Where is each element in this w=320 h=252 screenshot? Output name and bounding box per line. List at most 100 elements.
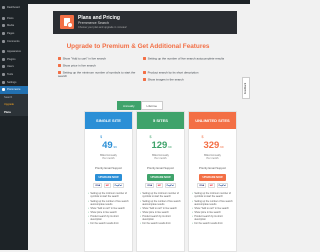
plan-card-5-sites: 5 SITES $129.99 Billed Annually Per month… [136, 111, 185, 252]
plan-header: UNLIMITED SITES [189, 112, 236, 129]
upgrade-now-button[interactable]: UPGRADE NOW [147, 173, 174, 181]
sidebar-item-label: Settings [7, 80, 17, 84]
sidebar-item-users[interactable]: Users [0, 63, 28, 71]
sidebar-item-label: Users [7, 65, 14, 69]
plug-icon [2, 57, 5, 61]
paypal-icon: PayPal [164, 183, 176, 189]
sidebar-item-tools[interactable]: Tools [0, 71, 28, 79]
sidebar-item-comments[interactable]: Comments [0, 37, 28, 45]
plan-support: Priority Email Support [198, 165, 227, 170]
upgrade-now-button[interactable]: UPGRADE NOW [95, 173, 122, 181]
pin-icon [2, 16, 5, 20]
plan-feature-list: • Setting up the minimum number of symbol… [137, 192, 184, 225]
plan-billing: Billed Annually Per month [100, 154, 117, 161]
feature-item: Show price in live search [58, 63, 134, 68]
check-icon [58, 57, 61, 60]
list-item: • Product search by its short description [88, 214, 119, 221]
check-icon [143, 57, 146, 60]
list-item: • Show price in live search [140, 210, 169, 214]
list-item: • For the search results limit [192, 222, 223, 226]
feature-item: Show "Add to cart" in live search [58, 56, 134, 61]
user-icon [2, 65, 5, 69]
sidebar-item-label: Dashboard [7, 6, 20, 10]
sidebar-subitem-label: Plans [4, 111, 11, 115]
sidebar-item-label: Pages [7, 32, 15, 36]
list-item: • Setting up the number of live search au… [192, 199, 233, 206]
sidebar-subitem-plans[interactable]: Plans [0, 108, 28, 117]
upgrade-headline: Upgrade to Premium & Get Additional Feat… [66, 43, 210, 50]
list-item: • Setting up the minimum number of symbol… [192, 192, 231, 199]
sidebar-item-settings[interactable]: Settings [0, 78, 28, 86]
plan-feature-list: • Setting up the minimum number of symbol… [85, 192, 132, 225]
sidebar-item-label: Appearance [7, 50, 21, 54]
mastercard-icon: MC [103, 183, 112, 189]
settings-icon [2, 80, 5, 84]
plan-price: $129.99 [149, 135, 172, 151]
list-item: • For the search results limit [88, 222, 119, 226]
mastercard-icon: MC [155, 183, 164, 189]
feature-item: Show images in the search [143, 77, 229, 82]
sidebar-item-label: Tools [7, 73, 14, 77]
plan-header: 5 SITES [137, 112, 184, 129]
plan-card-single: SINGLE SITE $49.99 Billed Annually Per mo… [84, 111, 133, 252]
feedback-label: Feedback [244, 82, 248, 94]
list-item: • Show "Add to cart" in live search [88, 206, 125, 210]
visa-icon: VISA [197, 183, 207, 189]
sidebar-item-dashboard[interactable]: Dashboard [0, 4, 28, 12]
sidebar-item-plugins[interactable]: Plugins [0, 56, 28, 64]
plan-card-unlimited: UNLIMITED SITES $329.99 Billed Annually P… [188, 111, 237, 252]
search-logo-icon [60, 15, 74, 29]
plan-feature-list: • Setting up the minimum number of symbol… [189, 192, 236, 225]
mastercard-icon: MC [207, 183, 216, 189]
plan-name: UNLIMITED SITES [195, 118, 230, 123]
plan-name: SINGLE SITE [96, 118, 121, 123]
plan-billing: Billed Annually Per month [204, 154, 221, 161]
visa-icon: VISA [93, 183, 103, 189]
plan-billing: Billed Annually Per month [152, 154, 169, 161]
plan-price: $329.99 [201, 135, 224, 151]
upgrade-now-button[interactable]: UPGRADE NOW [199, 173, 226, 181]
page-icon [2, 32, 5, 36]
sidebar-subitem-search[interactable]: Search [0, 93, 28, 102]
list-item: • Show "Add to cart" in live search [140, 206, 177, 210]
sidebar-item-media[interactable]: Media [0, 22, 28, 30]
feature-item: Setting up the minimum number of symbols… [58, 70, 136, 79]
hero-description: Choose your plan and upgrade in minutes! [78, 26, 127, 29]
sidebar-item-pages[interactable]: Pages [0, 30, 28, 38]
sidebar-item-label: Posts [7, 16, 14, 20]
toggle-lifetime[interactable]: Lifetime [140, 101, 164, 110]
plan-price: $49.99 [100, 135, 117, 151]
list-item: • Show price in live search [192, 210, 221, 214]
sidebar-item-label: Premmerce [7, 88, 21, 92]
list-item: • For the search results limit [140, 222, 171, 226]
hero-subtitle: Premmerce Search [78, 21, 109, 25]
toggle-annually[interactable]: Annually [117, 101, 141, 110]
sidebar-item-premmerce[interactable]: Premmerce [0, 85, 28, 94]
plan-header: SINGLE SITE [85, 112, 132, 129]
paypal-icon: PayPal [112, 183, 124, 189]
sidebar-subitem-label: Upgrade [4, 103, 14, 107]
plan-support: Priority Email Support [146, 165, 175, 170]
sidebar-item-appearance[interactable]: Appearance [0, 48, 28, 56]
check-icon [143, 78, 146, 81]
payment-logos: VISA MC PayPal [85, 183, 132, 189]
media-icon [2, 24, 5, 28]
brush-icon [2, 50, 5, 54]
feature-item: Product search by its short description [143, 70, 229, 75]
list-item: • Show price in live search [88, 210, 117, 214]
list-item: • Setting up the number of live search au… [140, 199, 181, 206]
list-item: • Setting up the number of live search au… [88, 199, 129, 206]
list-item: • Setting up the minimum number of symbol… [140, 192, 179, 199]
wrench-icon [2, 73, 5, 77]
admin-bar [0, 0, 250, 4]
plans-hero-banner: Plans and Pricing Premmerce Search Choos… [53, 11, 237, 34]
check-icon [143, 71, 146, 74]
feedback-tab[interactable]: Feedback [242, 77, 250, 99]
sidebar-subitem-upgrade[interactable]: Upgrade [0, 101, 28, 109]
feature-item: Setting up the number of live search aut… [143, 56, 229, 61]
sidebar-item-label: Plugins [7, 57, 16, 61]
list-item: • Show "Add to cart" in live search [192, 206, 229, 210]
comment-icon [2, 39, 5, 43]
sidebar-subitem-label: Search [4, 95, 13, 99]
sidebar-item-posts[interactable]: Posts [0, 15, 28, 23]
